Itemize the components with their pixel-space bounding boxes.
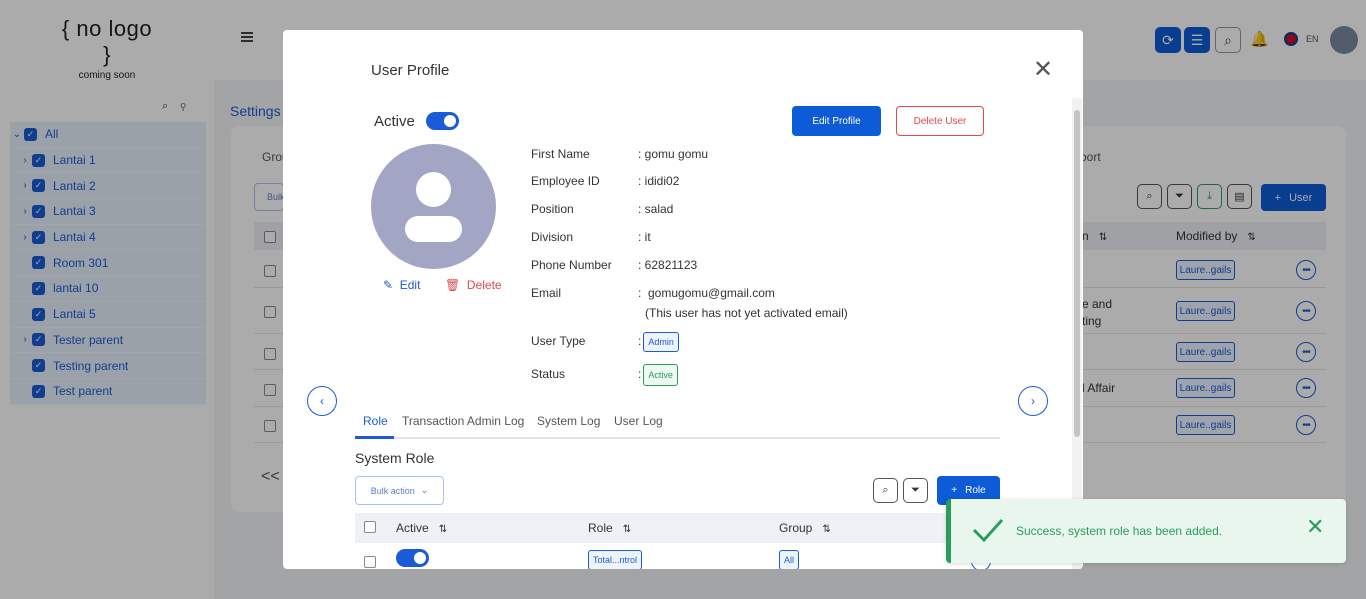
field-value: : salad <box>638 202 674 216</box>
check-icon <box>972 518 1004 543</box>
next-user-button[interactable]: › <box>1018 386 1048 416</box>
field-label: Employee ID <box>531 174 600 188</box>
row-checkbox[interactable] <box>364 556 376 568</box>
field-label: Status <box>531 367 566 381</box>
delete-picture-button[interactable]: 🗑 Delete <box>445 278 502 292</box>
chevron-left-icon: ‹ <box>320 394 324 408</box>
email-note: (This user has not yet activated email) <box>645 306 848 320</box>
tab-user-log[interactable]: User Log <box>614 414 663 428</box>
person-body-icon <box>405 216 462 242</box>
close-icon[interactable]: ✕ <box>1306 516 1324 538</box>
previous-user-button[interactable]: ‹ <box>307 386 337 416</box>
active-label: Active <box>374 113 415 130</box>
tab-system-log[interactable]: System Log <box>537 414 600 428</box>
field-label: Phone Number <box>531 258 612 272</box>
edit-profile-button[interactable]: Edit Profile <box>792 106 881 136</box>
select-all-checkbox[interactable] <box>364 521 376 533</box>
column-header-active[interactable]: Active ⇅ <box>396 521 447 535</box>
user-profile-modal: User Profile ✕ Active Edit Profile Delet… <box>283 30 1083 569</box>
column-header-role[interactable]: Role ⇅ <box>588 521 631 535</box>
profile-picture <box>371 144 496 269</box>
tab-transaction-admin-log[interactable]: Transaction Admin Log <box>402 414 524 428</box>
field-value: : gomu gomu <box>638 147 709 161</box>
field-label: Position <box>531 202 574 216</box>
field-label: Division <box>531 230 574 244</box>
close-icon[interactable]: ✕ <box>1033 58 1053 82</box>
system-role-title: System Role <box>355 450 435 466</box>
edit-picture-button[interactable]: ✎ Edit <box>383 278 420 292</box>
active-tab-indicator <box>355 436 394 439</box>
field-label: User Type <box>531 334 586 348</box>
search-icon[interactable]: ⌕ <box>873 478 898 503</box>
person-head-icon <box>416 172 451 207</box>
field-value: : it <box>638 230 651 244</box>
field-value: : ididi02 <box>638 174 680 188</box>
plus-icon: + <box>951 485 958 496</box>
delete-user-button[interactable]: Delete User <box>896 106 984 136</box>
pencil-icon: ✎ <box>383 278 394 292</box>
toast-message: Success, system role has been added. <box>1016 524 1223 538</box>
role-chip: Total...ntrol <box>588 550 643 569</box>
field-value: : 62821123 <box>638 258 698 272</box>
status-value: : Active <box>638 364 678 386</box>
bulk-action-dropdown[interactable]: Bulk action ⌄ <box>355 476 444 505</box>
field-label: Email <box>531 286 562 300</box>
trash-icon: 🗑 <box>445 278 461 292</box>
scrollbar-thumb[interactable] <box>1074 110 1080 437</box>
tab-role[interactable]: Role <box>363 414 388 428</box>
user-type-chip: Admin <box>643 332 679 352</box>
chevron-right-icon: › <box>1031 394 1035 408</box>
column-header-group[interactable]: Group ⇅ <box>779 521 831 535</box>
modal-title: User Profile <box>371 62 450 79</box>
role-active-toggle[interactable] <box>396 549 429 567</box>
field-label: First Name <box>531 147 590 161</box>
role-table-header <box>355 513 1000 543</box>
group-chip: All <box>779 550 800 569</box>
profile-tabs: Role Transaction Admin Log System Log Us… <box>355 407 1000 439</box>
active-toggle[interactable] <box>426 112 459 130</box>
status-chip: Active <box>643 364 678 386</box>
success-toast: Success, system role has been added. ✕ <box>946 499 1346 563</box>
field-value-email: : gomugomu@gmail.com <box>638 286 775 300</box>
chevron-down-icon: ⌄ <box>420 485 429 495</box>
filter-icon[interactable]: ⏷ <box>903 478 928 503</box>
user-type-value: : Admin <box>638 332 679 352</box>
